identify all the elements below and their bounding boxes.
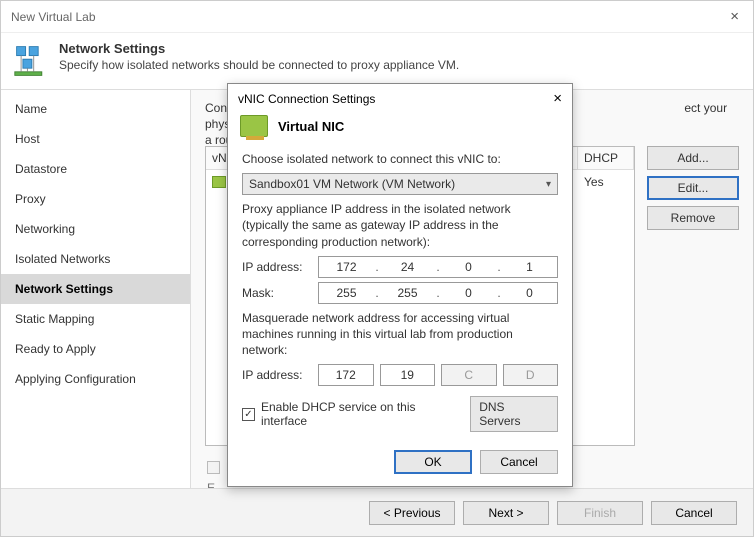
wizard-window: New Virtual Lab × Network Settings Speci…: [0, 0, 754, 537]
proxy-ip-text: Proxy appliance IP address in the isolat…: [242, 201, 558, 250]
window-title: New Virtual Lab: [11, 10, 96, 24]
masquerade-text: Masquerade network address for accessing…: [242, 310, 558, 359]
ip-address-label: IP address:: [242, 260, 310, 274]
sidebar-item-ready-to-apply[interactable]: Ready to Apply: [1, 334, 190, 364]
network-settings-icon: [13, 43, 49, 79]
finish-button: Finish: [557, 501, 643, 525]
masquerade-ip-row: IP address: 172 19 C D: [242, 364, 558, 386]
ip-octet[interactable]: 1: [502, 257, 557, 277]
mask-octet[interactable]: 0: [502, 283, 557, 303]
mask-octet[interactable]: 0: [441, 283, 496, 303]
dialog-close-icon[interactable]: ×: [553, 90, 562, 107]
titlebar: New Virtual Lab ×: [1, 1, 753, 33]
masq-octet[interactable]: 19: [380, 364, 436, 386]
dialog-cancel-button[interactable]: Cancel: [480, 450, 558, 474]
add-button[interactable]: Add...: [647, 146, 739, 170]
nic-icon: [212, 176, 226, 188]
next-button[interactable]: Next >: [463, 501, 549, 525]
ip-address-row: IP address: 172. 24. 0. 1: [242, 256, 558, 278]
page-title: Network Settings: [59, 41, 459, 56]
mask-octet[interactable]: 255: [319, 283, 374, 303]
edit-button[interactable]: Edit...: [647, 176, 739, 200]
cell-dhcp: Yes: [578, 170, 634, 194]
sidebar-item-host[interactable]: Host: [1, 124, 190, 154]
dialog-title: vNIC Connection Settings: [238, 92, 375, 106]
sidebar-item-networking[interactable]: Networking: [1, 214, 190, 244]
ip-octet[interactable]: 0: [441, 257, 496, 277]
masq-octet: C: [441, 364, 497, 386]
mask-label: Mask:: [242, 286, 310, 300]
page-subtitle: Specify how isolated networks should be …: [59, 58, 459, 72]
ip-octet[interactable]: 24: [380, 257, 435, 277]
masquerade-ip-label: IP address:: [242, 368, 310, 382]
virtual-nic-icon: [240, 115, 268, 137]
mask-input[interactable]: 255. 255. 0. 0: [318, 282, 558, 304]
dhcp-row: ✓ Enable DHCP service on this interface …: [242, 396, 558, 432]
isolated-network-value: Sandbox01 VM Network (VM Network): [249, 177, 455, 191]
sidebar-item-static-mapping[interactable]: Static Mapping: [1, 304, 190, 334]
choose-network-label: Choose isolated network to connect this …: [242, 151, 558, 167]
dhcp-label: Enable DHCP service on this interface: [261, 400, 464, 428]
wizard-footer: < Previous Next > Finish Cancel: [1, 488, 753, 536]
sidebar-item-isolated-networks[interactable]: Isolated Networks: [1, 244, 190, 274]
ip-address-input[interactable]: 172. 24. 0. 1: [318, 256, 558, 278]
dialog-titlebar: vNIC Connection Settings ×: [228, 84, 572, 111]
masquerade-ip-input: 172 19 C D: [318, 364, 558, 386]
masq-octet[interactable]: 172: [318, 364, 374, 386]
sidebar-item-proxy[interactable]: Proxy: [1, 184, 190, 214]
sidebar-item-applying-configuration[interactable]: Applying Configuration: [1, 364, 190, 394]
sidebar-item-network-settings[interactable]: Network Settings: [1, 274, 190, 304]
mask-octet[interactable]: 255: [380, 283, 435, 303]
dhcp-checkbox[interactable]: ✓: [242, 408, 255, 421]
dialog-footer: OK Cancel: [228, 446, 572, 486]
wizard-sidebar: Name Host Datastore Proxy Networking Iso…: [1, 90, 191, 488]
dialog-header: Virtual NIC: [228, 111, 572, 145]
ok-button[interactable]: OK: [394, 450, 472, 474]
close-icon[interactable]: ×: [726, 8, 743, 25]
wizard-header: Network Settings Specify how isolated ne…: [1, 33, 753, 90]
col-dhcp: DHCP: [578, 147, 634, 169]
cancel-button[interactable]: Cancel: [651, 501, 737, 525]
dialog-body: Choose isolated network to connect this …: [228, 151, 572, 446]
chevron-down-icon: ▾: [546, 179, 551, 190]
table-buttons: Add... Edit... Remove: [647, 146, 739, 230]
masq-octet: D: [503, 364, 559, 386]
ip-octet[interactable]: 172: [319, 257, 374, 277]
sidebar-item-name[interactable]: Name: [1, 94, 190, 124]
header-text: Network Settings Specify how isolated ne…: [59, 41, 459, 79]
mask-row: Mask: 255. 255. 0. 0: [242, 282, 558, 304]
dialog-heading: Virtual NIC: [278, 119, 344, 134]
under-frag: E: [207, 481, 215, 488]
dns-servers-button[interactable]: DNS Servers: [470, 396, 558, 432]
vnic-dialog: vNIC Connection Settings × Virtual NIC C…: [227, 83, 573, 487]
isolated-network-select[interactable]: Sandbox01 VM Network (VM Network) ▾: [242, 173, 558, 195]
route-checkbox[interactable]: [207, 461, 220, 474]
sidebar-item-datastore[interactable]: Datastore: [1, 154, 190, 184]
previous-button[interactable]: < Previous: [369, 501, 455, 525]
remove-button[interactable]: Remove: [647, 206, 739, 230]
